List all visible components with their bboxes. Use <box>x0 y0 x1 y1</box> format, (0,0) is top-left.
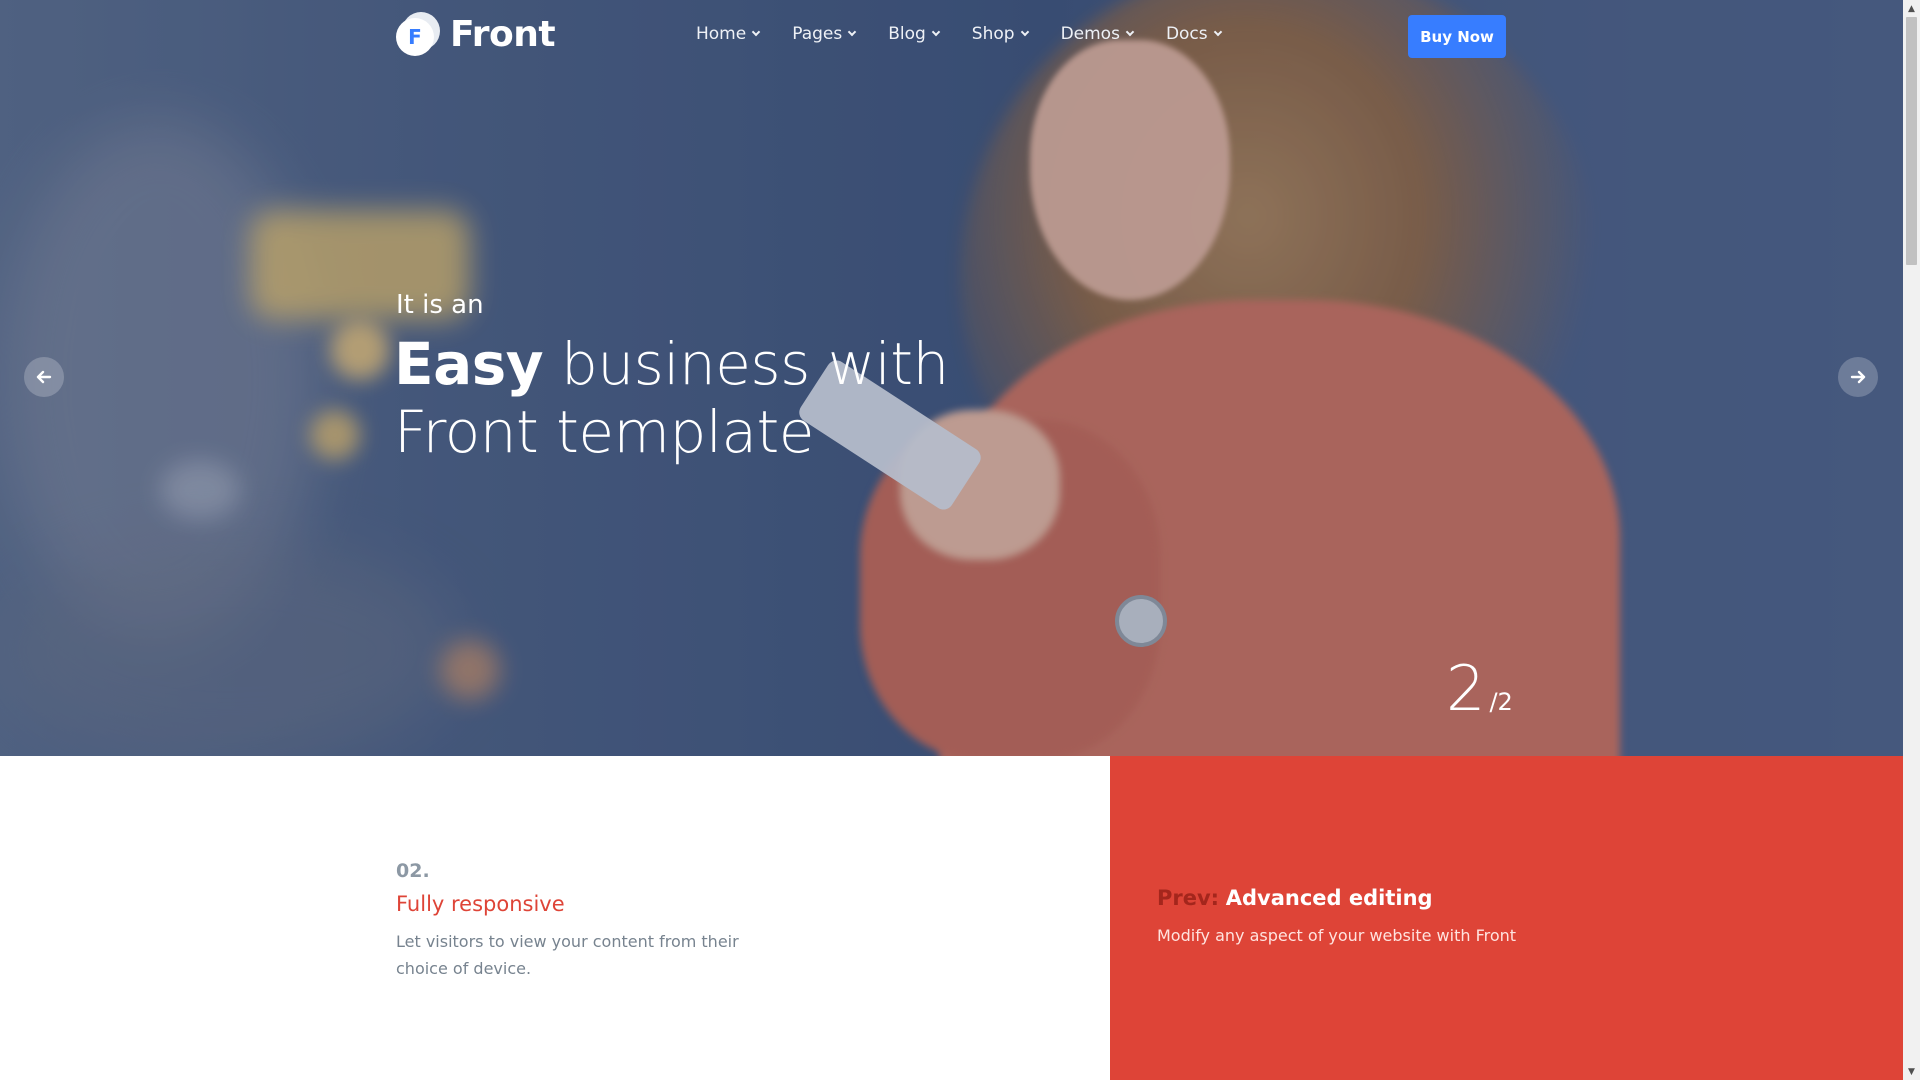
arrow-right-icon <box>1850 370 1866 384</box>
scroll-down-icon[interactable]: ▼ <box>1903 1063 1920 1080</box>
prev-heading: Prev: Advanced editing <box>1157 886 1433 910</box>
brand-name: Front <box>450 13 556 55</box>
scroll-up-icon[interactable]: ▲ <box>1903 0 1920 17</box>
slide-counter-total: /2 <box>1489 688 1513 716</box>
slider-prev-button[interactable] <box>24 357 64 397</box>
hero-slider <box>0 0 1903 756</box>
chevron-down-icon <box>1125 27 1135 37</box>
nav-item-pages[interactable]: Pages <box>792 24 857 44</box>
vertical-scrollbar[interactable]: ▲ ▼ <box>1903 0 1920 1080</box>
hero-title: Easy business with Front template <box>394 330 949 466</box>
chevron-down-icon <box>931 27 941 37</box>
feature-info: 02. Fully responsive Let visitors to vie… <box>396 860 796 982</box>
hero-image <box>0 0 1903 756</box>
feature-title: Fully responsive <box>396 892 565 916</box>
arrow-left-icon <box>36 370 52 384</box>
nav-item-blog[interactable]: Blog <box>888 24 941 44</box>
main-nav: Home Pages Blog Shop Demos Docs <box>696 24 1254 44</box>
feature-number: 02. <box>396 860 430 882</box>
prev-description: Modify any aspect of your website with F… <box>1157 926 1517 945</box>
chevron-down-icon <box>847 27 857 37</box>
nav-item-home[interactable]: Home <box>696 24 761 44</box>
buy-now-button[interactable]: Buy Now <box>1408 15 1506 58</box>
slider-next-button[interactable] <box>1838 357 1878 397</box>
chevron-down-icon <box>751 27 761 37</box>
nav-item-shop[interactable]: Shop <box>972 24 1029 44</box>
slide-counter-current: 2 <box>1446 652 1486 725</box>
nav-item-docs[interactable]: Docs <box>1166 24 1222 44</box>
nav-item-demos[interactable]: Demos <box>1061 24 1135 44</box>
scrollbar-thumb[interactable] <box>1906 17 1917 265</box>
hero-subtitle: It is an <box>396 290 484 320</box>
chevron-down-icon <box>1020 27 1029 37</box>
prev-label: Prev: <box>1157 886 1220 910</box>
prev-title: Advanced editing <box>1225 886 1433 910</box>
slide-counter: 2 /2 <box>1446 655 1513 723</box>
logo-icon: F <box>396 12 440 56</box>
site-header: F Front Home Pages Blog Shop Demos Docs … <box>0 0 1903 72</box>
feature-description: Let visitors to view your content from t… <box>396 932 739 978</box>
prev-slide-panel[interactable]: Prev: Advanced editing Modify any aspect… <box>1110 756 1903 1080</box>
brand-logo[interactable]: F Front <box>396 12 556 56</box>
chevron-down-icon <box>1213 27 1222 37</box>
